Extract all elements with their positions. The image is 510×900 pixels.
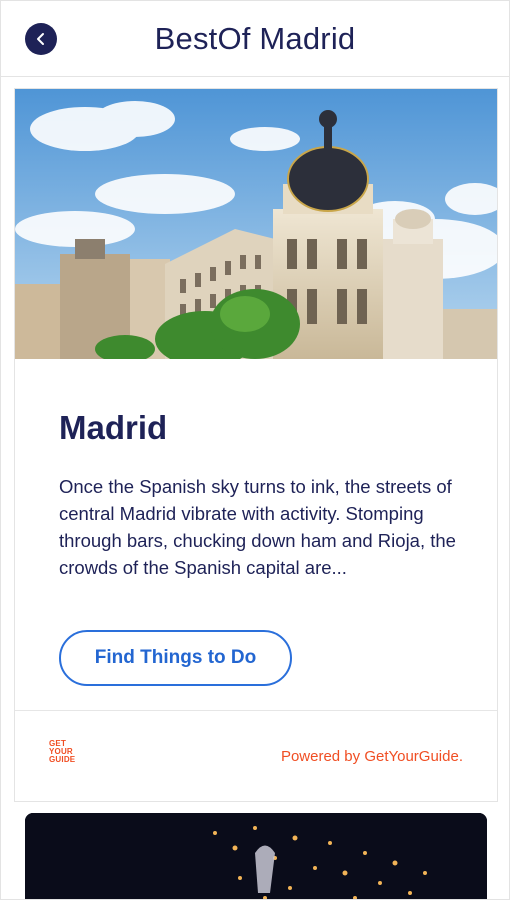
app-header: BestOf Madrid [1,1,509,77]
night-scene-image [25,813,487,899]
card-divider [15,710,497,711]
powered-by-link[interactable]: Powered by GetYourGuide. [281,748,463,765]
madrid-hero-image [15,89,497,359]
logo-line-guide: GUIDE [49,755,76,764]
card-description: Once the Spanish sky turns to ink, the s… [59,476,456,578]
city-card: Madrid Once the Spanish sky turns to ink… [14,88,498,802]
card-title: Madrid [59,409,168,446]
app-screen: BestOf Madrid Madrid Once the Spanish sk… [0,0,510,900]
getyourguide-logo: GET YOUR GUIDE [49,740,89,764]
page-title: BestOf Madrid [154,21,356,56]
next-card-preview[interactable] [25,813,487,899]
find-things-to-do-button[interactable]: Find Things to Do [59,630,292,686]
